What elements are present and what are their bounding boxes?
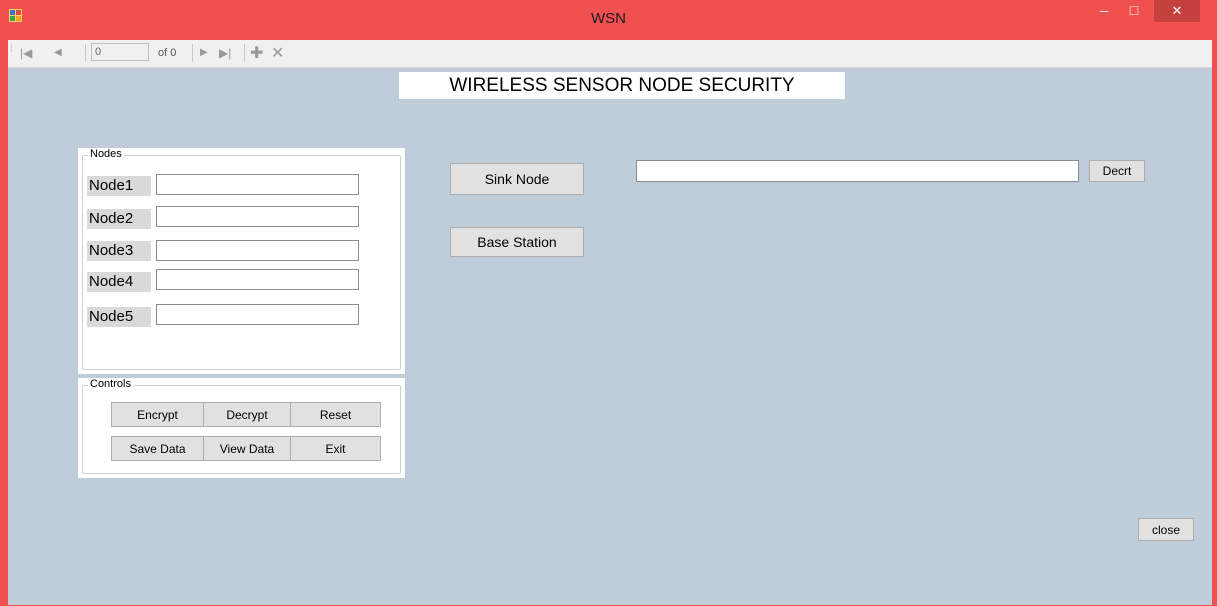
controls-groupbox: Controls Encrypt Decrypt Reset Save Data… [78,378,405,478]
sink-node-button[interactable]: Sink Node [450,163,584,195]
nodes-groupbox-title: Nodes [88,148,124,160]
node3-input[interactable] [156,240,359,261]
node1-label: Node1 [87,176,151,196]
position-input[interactable] [91,43,149,61]
move-next-icon[interactable]: ▶ [200,47,208,58]
page-title: WIRELESS SENSOR NODE SECURITY [399,72,845,99]
move-first-icon[interactable]: |◀ [20,46,32,60]
close-button[interactable]: close [1138,518,1194,541]
node3-label: Node3 [87,241,151,261]
node4-label: Node4 [87,272,151,292]
add-new-icon[interactable]: ✚ [250,43,263,63]
window-close-button[interactable]: ✕ [1154,0,1200,22]
minimize-button[interactable]: – [1090,0,1118,22]
window-title: WSN [591,10,626,27]
maximize-button[interactable]: □ [1120,0,1148,22]
title-bar[interactable]: WSN – □ ✕ [0,0,1217,40]
binding-navigator-toolbar: ⁞ |◀ ◀ of 0 ▶ ▶| ✚ ✕ [8,40,1212,68]
view-data-button[interactable]: View Data [203,436,291,461]
node4-input[interactable] [156,269,359,290]
save-data-button[interactable]: Save Data [111,436,204,461]
encrypt-button[interactable]: Encrypt [111,402,204,427]
app-window: WSN – □ ✕ ⁞ |◀ ◀ of 0 ▶ ▶| ✚ ✕ WIRELESS … [0,0,1217,606]
base-station-button[interactable]: Base Station [450,227,584,257]
encrypted-data-field[interactable] [636,160,1079,182]
node1-input[interactable] [156,174,359,195]
node5-input[interactable] [156,304,359,325]
count-label: of 0 [158,47,177,59]
nodes-groupbox: Nodes Node1 Node2 Node3 Node4 Node5 [78,148,405,374]
node5-label: Node5 [87,307,151,327]
decrypt-button[interactable]: Decrypt [203,402,291,427]
exit-button[interactable]: Exit [290,436,381,461]
toolbar-separator [85,44,86,62]
main-client-area: WIRELESS SENSOR NODE SECURITY Nodes Node… [8,68,1212,605]
toolbar-separator [192,44,193,62]
toolbar-grip-icon[interactable]: ⁞ [10,44,13,55]
move-last-icon[interactable]: ▶| [219,46,231,60]
move-previous-icon[interactable]: ◀ [54,47,62,58]
decrt-button[interactable]: Decrt [1089,160,1145,182]
toolbar-separator [244,44,245,62]
controls-groupbox-title: Controls [88,378,133,390]
node2-input[interactable] [156,206,359,227]
reset-button[interactable]: Reset [290,402,381,427]
delete-icon[interactable]: ✕ [271,43,284,63]
node2-label: Node2 [87,209,151,229]
